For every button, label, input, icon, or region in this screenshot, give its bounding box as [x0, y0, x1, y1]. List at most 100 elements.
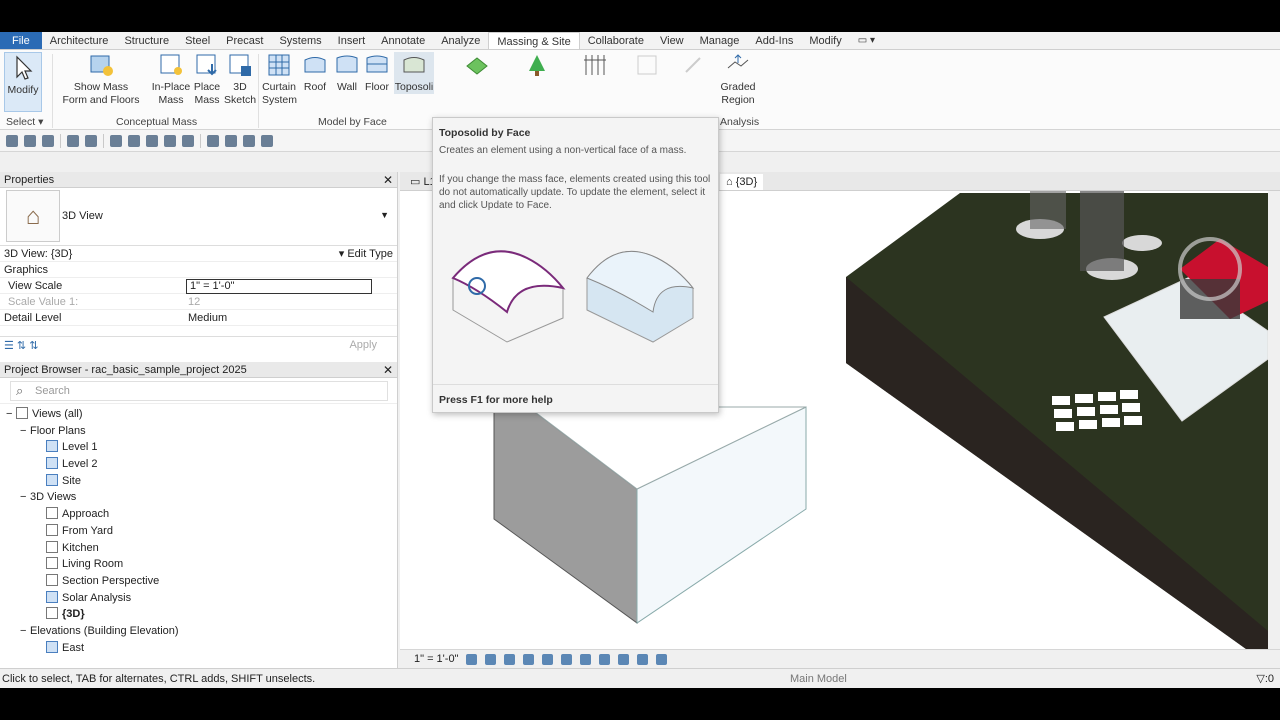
tab-systems[interactable]: Systems	[271, 32, 329, 49]
view-instance-row[interactable]: 3D View: {3D} ▾ Edit Type	[0, 246, 397, 262]
graded-label-2: Region	[721, 94, 755, 106]
tag-icon[interactable]	[164, 134, 176, 147]
sync-icon[interactable]	[42, 134, 54, 147]
crop-view-icon[interactable]	[561, 653, 573, 665]
floor-button[interactable]: Floor	[362, 52, 392, 94]
tree-item-level-2[interactable]: Level 2	[0, 456, 397, 473]
tree-item-kitchen[interactable]: Kitchen	[0, 540, 397, 557]
disabled-tool-button-1[interactable]	[632, 52, 662, 81]
vertical-scrollbar[interactable]	[1268, 191, 1280, 649]
tab-annotate[interactable]: Annotate	[373, 32, 433, 49]
close-icon[interactable]: ✕	[383, 172, 393, 188]
reveal-hidden-icon[interactable]	[637, 653, 649, 665]
toposolid-button[interactable]: Toposoli	[394, 52, 434, 94]
tree-floor-plans[interactable]: − Floor Plans	[0, 423, 397, 440]
filter-icon[interactable]: ▽:0	[1256, 669, 1274, 688]
tab-collaborate[interactable]: Collaborate	[580, 32, 652, 49]
tree-item-from-yard[interactable]: From Yard	[0, 523, 397, 540]
tree-item-approach[interactable]: Approach	[0, 506, 397, 523]
curtain-system-button[interactable]: Curtain System	[262, 52, 298, 107]
visual-style-icon[interactable]	[485, 653, 497, 665]
roof-button[interactable]: Roof	[300, 52, 330, 94]
tree-item-living-room[interactable]: Living Room	[0, 556, 397, 573]
view-control-bar: 1" = 1'-0"	[400, 649, 1280, 668]
tab-architecture[interactable]: Architecture	[42, 32, 117, 49]
detail-level-value[interactable]: Medium	[188, 310, 227, 326]
redo-icon[interactable]	[85, 134, 97, 147]
disabled-tool-button-2[interactable]	[678, 52, 708, 81]
3d-sketch-button[interactable]: 3D Sketch	[224, 52, 256, 107]
save-icon[interactable]	[24, 134, 36, 147]
dimension-icon[interactable]	[146, 134, 158, 147]
ribbon-options-dropdown[interactable]: ▭ ▾	[850, 32, 883, 49]
close-hidden-icon[interactable]	[261, 134, 273, 147]
undo-icon[interactable]	[67, 134, 79, 147]
site-component-button[interactable]	[522, 52, 552, 81]
view-tab-3d[interactable]: ⌂ {3D}	[720, 174, 764, 190]
edit-type-button[interactable]: ▾ Edit Type	[339, 246, 393, 262]
tab-insert[interactable]: Insert	[330, 32, 374, 49]
close-icon[interactable]: ✕	[383, 362, 393, 378]
apply-button[interactable]: Apply	[349, 339, 377, 351]
type-selector[interactable]: ⌂ 3D View ▼	[0, 188, 397, 246]
3d-view-icon	[46, 590, 58, 603]
tab-manage[interactable]: Manage	[692, 32, 748, 49]
tree-item-solar-analysis[interactable]: Solar Analysis	[0, 590, 397, 607]
tree-elevations[interactable]: − Elevations (Building Elevation)	[0, 623, 397, 640]
temp-hide-icon[interactable]	[618, 653, 630, 665]
tab-view[interactable]: View	[652, 32, 692, 49]
tab-modify[interactable]: Modify	[801, 32, 849, 49]
tree-item-site[interactable]: Site	[0, 473, 397, 490]
tree-item-east[interactable]: East	[0, 640, 397, 657]
curtain-label-2: System	[262, 94, 298, 106]
tree-item-level-1[interactable]: Level 1	[0, 439, 397, 456]
place-mass-button[interactable]: Place Mass	[190, 52, 224, 107]
in-place-mass-button[interactable]: In-Place Mass	[150, 52, 192, 107]
tree-item-3d[interactable]: {3D}	[0, 606, 397, 623]
3d-view-icon	[46, 573, 58, 586]
worksharing-icon[interactable]	[656, 653, 668, 665]
main-model-selector[interactable]: Main Model	[790, 669, 847, 688]
tab-file[interactable]: File	[0, 32, 42, 49]
tab-steel[interactable]: Steel	[177, 32, 218, 49]
open-icon[interactable]	[6, 134, 18, 147]
curtain-label-1: Curtain	[262, 81, 296, 93]
tree-3d-views[interactable]: −3D Views	[0, 489, 397, 506]
3d-view-icon[interactable]	[207, 134, 219, 147]
sun-path-icon[interactable]	[504, 653, 516, 665]
select-dropdown[interactable]: Select ▾	[6, 116, 43, 128]
view-scale-control[interactable]: 1" = 1'-0"	[414, 653, 458, 665]
site-toposolid-button[interactable]	[462, 52, 492, 81]
tree-views-all[interactable]: − Views (all)	[0, 406, 397, 423]
tab-analyze[interactable]: Analyze	[433, 32, 488, 49]
view-scale-input[interactable]: 1" = 1'-0"	[186, 279, 372, 294]
wall-button[interactable]: Wall	[332, 52, 362, 94]
3d-view-icon	[46, 540, 58, 553]
show-crop-icon[interactable]	[580, 653, 592, 665]
graded-region-button[interactable]: Graded Region	[718, 52, 758, 107]
detail-level-icon[interactable]	[466, 653, 478, 665]
toposolid-icon	[466, 57, 488, 75]
render-icon[interactable]	[542, 653, 554, 665]
section-icon[interactable]	[225, 134, 237, 147]
project-browser: Project Browser - rac_basic_sample_proje…	[0, 362, 398, 668]
sort-icons[interactable]: ☰ ⇅ ⇅	[4, 339, 38, 352]
modify-button[interactable]: Modify	[4, 52, 42, 112]
3d-label: {3D}	[62, 608, 85, 621]
tab-precast[interactable]: Precast	[218, 32, 271, 49]
level-1-label: Level 1	[62, 441, 98, 454]
thin-lines-icon[interactable]	[243, 134, 255, 147]
search-input[interactable]: Search	[10, 381, 388, 401]
measure-icon[interactable]	[128, 134, 140, 147]
text-icon[interactable]	[182, 134, 194, 147]
lock-view-icon[interactable]	[599, 653, 611, 665]
print-icon[interactable]	[110, 134, 122, 147]
tab-massing-site[interactable]: Massing & Site	[488, 32, 580, 49]
show-mass-button[interactable]: Show Mass Form and Floors	[62, 52, 140, 107]
tab-add-ins[interactable]: Add-Ins	[747, 32, 801, 49]
tab-structure[interactable]: Structure	[116, 32, 177, 49]
3d-sketch-label-2: Sketch	[224, 94, 257, 106]
property-line-button[interactable]	[580, 52, 610, 81]
shadows-icon[interactable]	[523, 653, 535, 665]
tree-item-section-perspective[interactable]: Section Perspective	[0, 573, 397, 590]
